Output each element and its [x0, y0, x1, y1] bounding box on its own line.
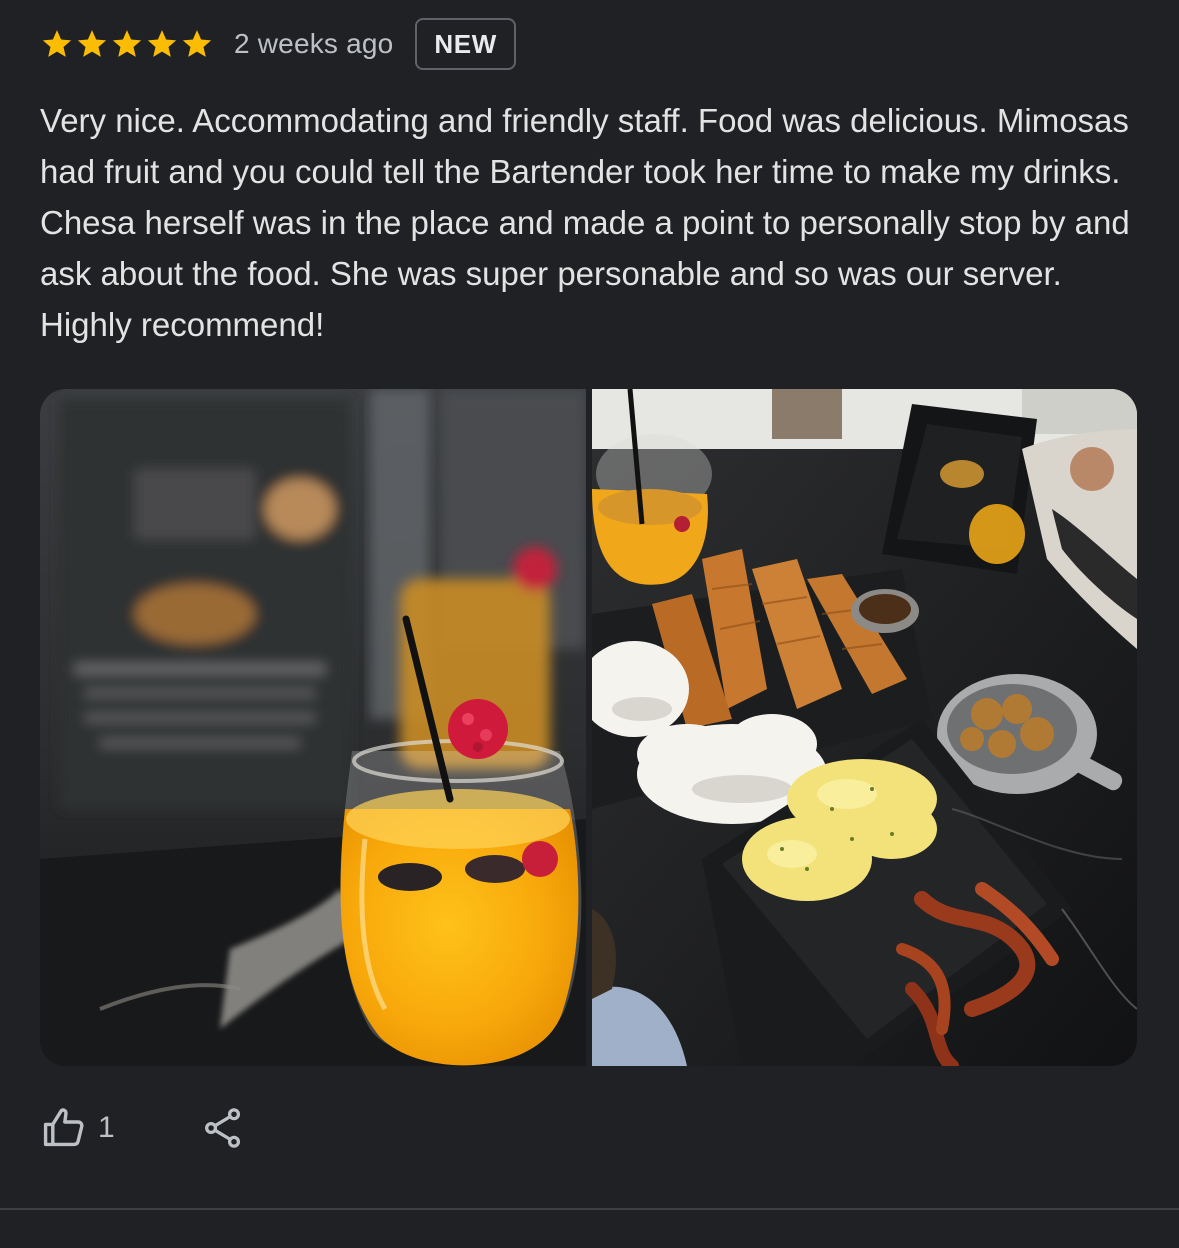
review-card: 2 weeks ago NEW Very nice. Accommodating…	[0, 0, 1179, 1210]
breakfast-photo-image	[592, 389, 1137, 1066]
like-button[interactable]: 1	[40, 1104, 115, 1152]
review-actions: 1	[40, 1100, 245, 1156]
breakfast-platter-photo[interactable]	[592, 389, 1137, 1066]
like-count: 1	[98, 1111, 115, 1144]
divider	[0, 1208, 1179, 1210]
mimosa-photo-image	[40, 389, 586, 1066]
thumbs-up-icon	[43, 1108, 84, 1147]
share-icon	[204, 1108, 240, 1148]
review-text: Very nice. Accommodating and friendly st…	[40, 102, 1130, 343]
review-meta: 2 weeks ago NEW	[40, 16, 516, 72]
share-button[interactable]	[201, 1106, 245, 1150]
review-photos	[40, 389, 1137, 1066]
star-icon	[77, 30, 107, 57]
star-icon	[147, 30, 177, 57]
star-rating	[40, 27, 214, 61]
star-icon	[182, 30, 212, 57]
review-date: 2 weeks ago	[234, 28, 394, 59]
star-icon	[112, 30, 142, 57]
new-badge: NEW	[415, 18, 516, 70]
mimosa-with-raspberry-photo[interactable]	[40, 389, 586, 1066]
star-icon	[42, 30, 72, 57]
